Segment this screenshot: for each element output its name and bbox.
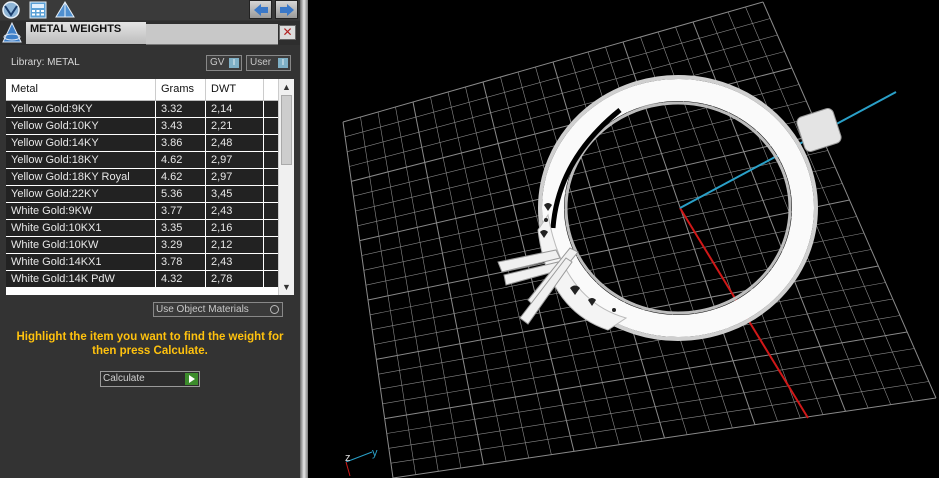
table-row[interactable]: Yellow Gold:14KY 3.86 2,48 bbox=[6, 135, 278, 152]
table-row[interactable]: Yellow Gold:18KY 4.62 2,97 bbox=[6, 152, 278, 169]
table-row[interactable]: White Gold:10KW 3.29 2,12 bbox=[6, 237, 278, 254]
table-row[interactable]: White Gold:14K PdW 4.32 2,78 bbox=[6, 271, 278, 288]
cell-grams: 3.32 bbox=[156, 101, 206, 117]
grid-line bbox=[390, 381, 929, 464]
column-header-grams[interactable]: Grams bbox=[156, 79, 206, 100]
table-scrollbar[interactable]: ▲ ▼ bbox=[278, 79, 294, 295]
column-header-dwt[interactable]: DWT bbox=[206, 79, 264, 100]
table-row[interactable]: Yellow Gold:9KY 3.32 2,14 bbox=[6, 101, 278, 118]
cell-metal: Yellow Gold:18KY Royal bbox=[6, 169, 156, 185]
cell-dwt: 2,21 bbox=[206, 118, 264, 134]
calculator-icon[interactable] bbox=[28, 1, 48, 19]
table-row[interactable]: Yellow Gold:18KY Royal 4.62 2,97 bbox=[6, 169, 278, 186]
panel-titlebar: METAL WEIGHTS ✕ bbox=[0, 21, 300, 45]
cell-grams: 5.36 bbox=[156, 186, 206, 202]
grid-line bbox=[388, 364, 922, 449]
cell-metal: Yellow Gold:10KY bbox=[6, 118, 156, 134]
cell-dwt: 2,48 bbox=[206, 135, 264, 151]
axis-y-label: y bbox=[372, 447, 378, 459]
metal-weights-icon bbox=[0, 21, 24, 45]
cell-metal: White Gold:14KX1 bbox=[6, 254, 156, 270]
grid-line bbox=[392, 397, 937, 478]
metal-table: Metal Grams DWT Yellow Gold:9KY 3.32 2,14 Y… bbox=[6, 79, 294, 295]
viewport-sphere-icon[interactable] bbox=[1, 1, 21, 19]
table-row[interactable]: Yellow Gold:22KY 5.36 3,45 bbox=[6, 186, 278, 203]
cell-dwt: 2,97 bbox=[206, 152, 264, 168]
column-header-metal[interactable]: Metal bbox=[6, 79, 156, 100]
cell-metal: White Gold:10KX1 bbox=[6, 220, 156, 236]
table-row[interactable]: White Gold:10KX1 3.35 2,16 bbox=[6, 220, 278, 237]
cell-dwt: 2,43 bbox=[206, 254, 264, 270]
cell-dwt: 2,97 bbox=[206, 169, 264, 185]
cell-grams: 4.32 bbox=[156, 271, 206, 287]
table-row[interactable]: White Gold:14KX1 3.78 2,43 bbox=[6, 254, 278, 271]
cell-grams: 3.35 bbox=[156, 220, 206, 236]
table-header: Metal Grams DWT bbox=[6, 79, 278, 101]
back-arrow-button[interactable] bbox=[249, 0, 272, 19]
panel-title: METAL WEIGHTS bbox=[26, 22, 146, 44]
axis-z-label: z bbox=[345, 452, 351, 464]
table-body: Yellow Gold:9KY 3.32 2,14 Yellow Gold:10KY 3… bbox=[6, 101, 278, 288]
cell-dwt: 2,43 bbox=[206, 203, 264, 219]
radio-icon[interactable] bbox=[270, 305, 279, 314]
scroll-thumb[interactable] bbox=[281, 95, 292, 165]
forward-arrow-button[interactable] bbox=[275, 0, 298, 19]
use-object-materials-option[interactable]: Use Object Materials bbox=[153, 302, 283, 317]
table-row[interactable]: Yellow Gold:10KY 3.43 2,21 bbox=[6, 118, 278, 135]
instruction-text: Highlight the item you want to find the … bbox=[16, 331, 284, 357]
cell-metal: White Gold:9KW bbox=[6, 203, 156, 219]
play-icon[interactable] bbox=[185, 373, 198, 385]
cell-grams: 3.78 bbox=[156, 254, 206, 270]
scroll-up-icon[interactable]: ▲ bbox=[279, 80, 294, 94]
cell-metal: Yellow Gold:18KY bbox=[6, 152, 156, 168]
user-toggle[interactable]: User I bbox=[246, 55, 291, 71]
calculate-button[interactable]: Calculate bbox=[100, 371, 200, 387]
ground-grid bbox=[342, 1, 937, 478]
back-arrow-icon bbox=[254, 4, 268, 16]
table-row[interactable]: White Gold:9KW 3.77 2,43 bbox=[6, 203, 278, 220]
viewport-canvas: z y bbox=[342, 1, 937, 478]
cell-grams: 3.77 bbox=[156, 203, 206, 219]
cell-grams: 3.86 bbox=[156, 135, 206, 151]
panel-divider[interactable] bbox=[300, 0, 308, 478]
grid-line bbox=[745, 6, 914, 402]
cell-metal: Yellow Gold:22KY bbox=[6, 186, 156, 202]
axis-triad: z y bbox=[345, 447, 378, 477]
forward-arrow-icon bbox=[280, 4, 294, 16]
scroll-down-icon[interactable]: ▼ bbox=[279, 280, 294, 294]
cell-metal: Yellow Gold:14KY bbox=[6, 135, 156, 151]
cell-grams: 4.62 bbox=[156, 169, 206, 185]
cell-metal: White Gold:14K PdW bbox=[6, 271, 156, 287]
3d-viewport[interactable]: z y bbox=[308, 0, 939, 478]
cell-dwt: 3,45 bbox=[206, 186, 264, 202]
cell-grams: 3.43 bbox=[156, 118, 206, 134]
metal-weights-panel: METAL WEIGHTS ✕ Library: METAL GV I User… bbox=[0, 0, 300, 478]
pyramid-icon[interactable] bbox=[54, 1, 75, 19]
top-toolbar bbox=[0, 0, 300, 20]
grid-line bbox=[384, 331, 908, 420]
cell-dwt: 2,78 bbox=[206, 271, 264, 287]
cell-dwt: 2,16 bbox=[206, 220, 264, 236]
cell-metal: Yellow Gold:9KY bbox=[6, 101, 156, 117]
cell-dwt: 2,12 bbox=[206, 237, 264, 253]
close-icon[interactable]: ✕ bbox=[279, 25, 296, 40]
grid-line bbox=[386, 348, 915, 434]
cell-dwt: 2,14 bbox=[206, 101, 264, 117]
library-label: Library: METAL bbox=[11, 57, 80, 68]
cell-metal: White Gold:10KW bbox=[6, 237, 156, 253]
gv-toggle[interactable]: GV I bbox=[206, 55, 242, 71]
cell-grams: 4.62 bbox=[156, 152, 206, 168]
cell-grams: 3.29 bbox=[156, 237, 206, 253]
